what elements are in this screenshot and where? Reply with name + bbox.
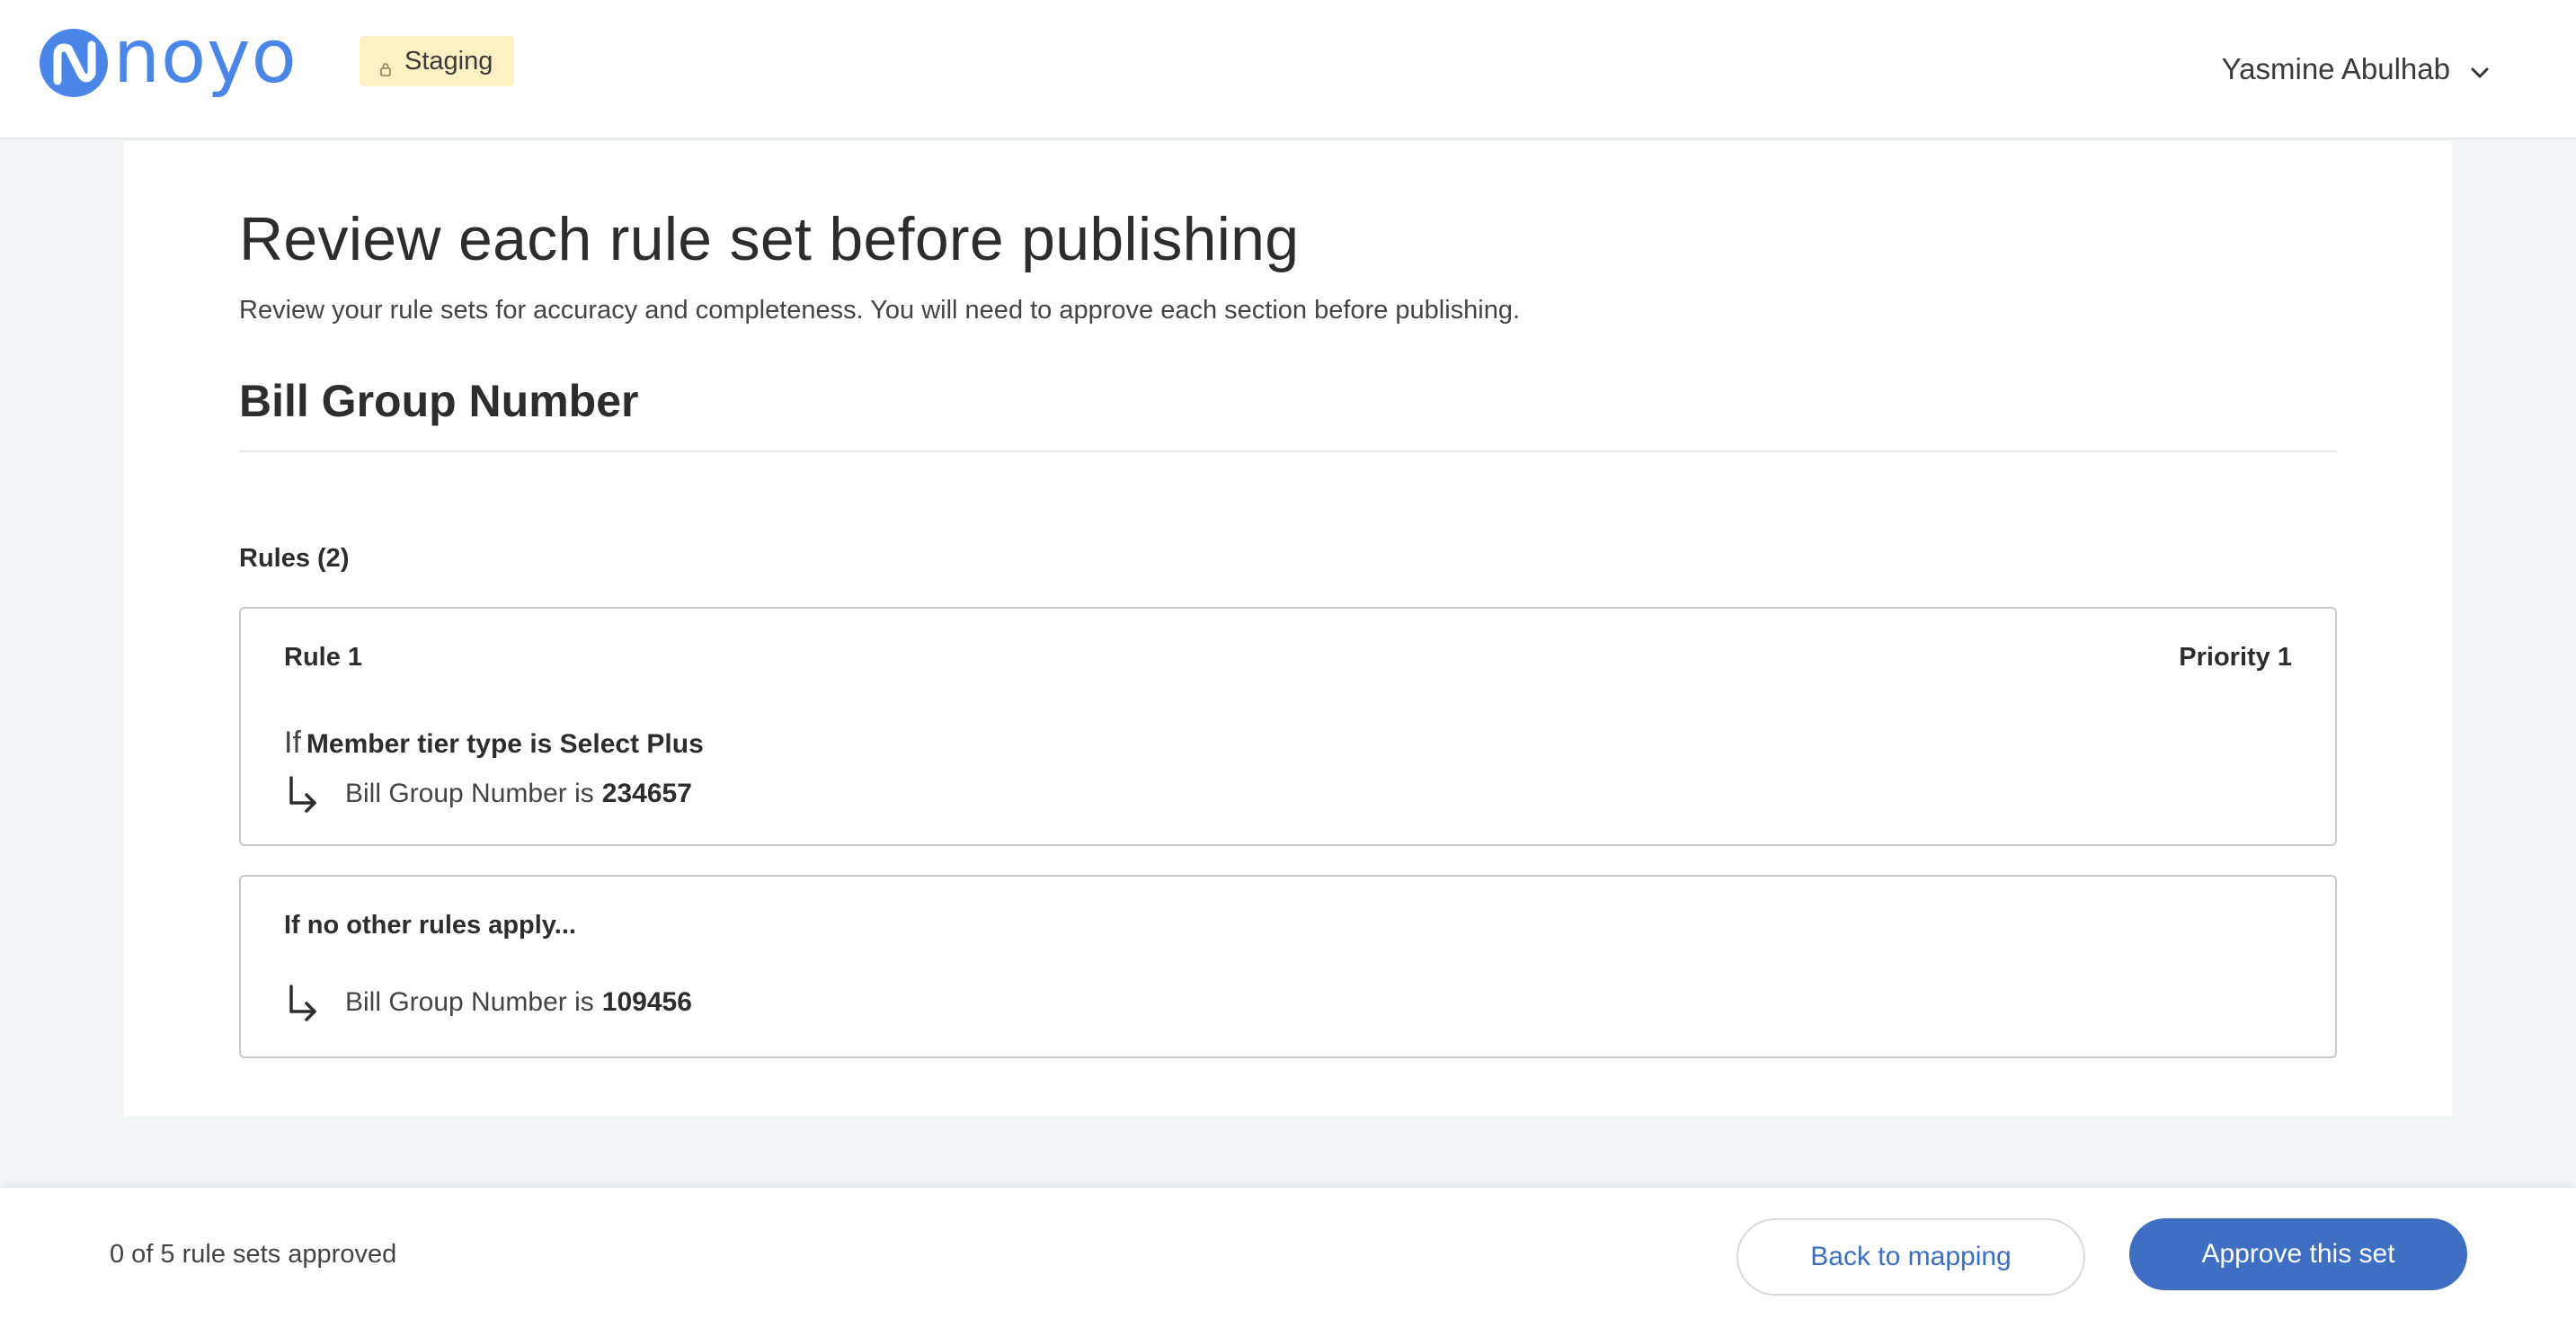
- top-bar: noyo Staging Yasmine Abulhab: [0, 0, 2576, 139]
- arrow-turn-down-right-icon: [284, 983, 320, 1022]
- outcome-text: Bill Group Number is: [345, 987, 594, 1017]
- approve-set-button[interactable]: Approve this set: [2129, 1218, 2467, 1290]
- rule-outcome: Bill Group Number is 234657: [284, 774, 692, 814]
- outcome-value: 109456: [601, 987, 692, 1017]
- user-menu[interactable]: Yasmine Abulhab: [2222, 52, 2490, 86]
- rule-condition: If Member tier type is Select Plus: [284, 726, 704, 761]
- rules-count: Rules (2): [239, 544, 350, 573]
- approval-progress-text: 0 of 5 rule sets approved: [110, 1240, 397, 1269]
- rule-label: Rule 1: [284, 643, 363, 672]
- arrow-turn-down-right-icon: [284, 774, 320, 814]
- rule-card: Rule 1 Priority 1 If Member tier type is …: [239, 607, 2337, 846]
- default-rule-card: If no other rules apply... Bill Group Nu…: [239, 875, 2337, 1058]
- default-rule-label: If no other rules apply...: [284, 911, 576, 940]
- rule-priority: Priority 1: [2179, 643, 2292, 672]
- environment-label: Staging: [404, 46, 493, 76]
- condition-prefix: If: [284, 726, 301, 760]
- noyo-logo-icon: [40, 29, 108, 97]
- back-to-mapping-button[interactable]: Back to mapping: [1737, 1218, 2085, 1296]
- outcome-text: Bill Group Number is: [345, 779, 594, 808]
- page-subtitle: Review your rule sets for accuracy and c…: [239, 296, 1521, 325]
- outcome-value: 234657: [601, 779, 692, 808]
- review-card: Review each rule set before publishing R…: [124, 141, 2452, 1117]
- noyo-logo[interactable]: noyo: [40, 21, 298, 97]
- condition-text: Member tier type is Select Plus: [306, 729, 704, 759]
- default-rule-outcome: Bill Group Number is 109456: [284, 983, 692, 1022]
- section-divider: [239, 450, 2337, 452]
- environment-badge: Staging: [360, 36, 515, 86]
- page-title: Review each rule set before publishing: [239, 205, 1300, 273]
- chevron-down-icon: [2470, 52, 2490, 86]
- section-title: Bill Group Number: [239, 376, 639, 426]
- user-name: Yasmine Abulhab: [2221, 52, 2450, 85]
- logo-text: noyo: [113, 14, 298, 100]
- action-footer: 0 of 5 rule sets approved Back to mappin…: [0, 1187, 2576, 1319]
- lock-icon: [379, 54, 392, 76]
